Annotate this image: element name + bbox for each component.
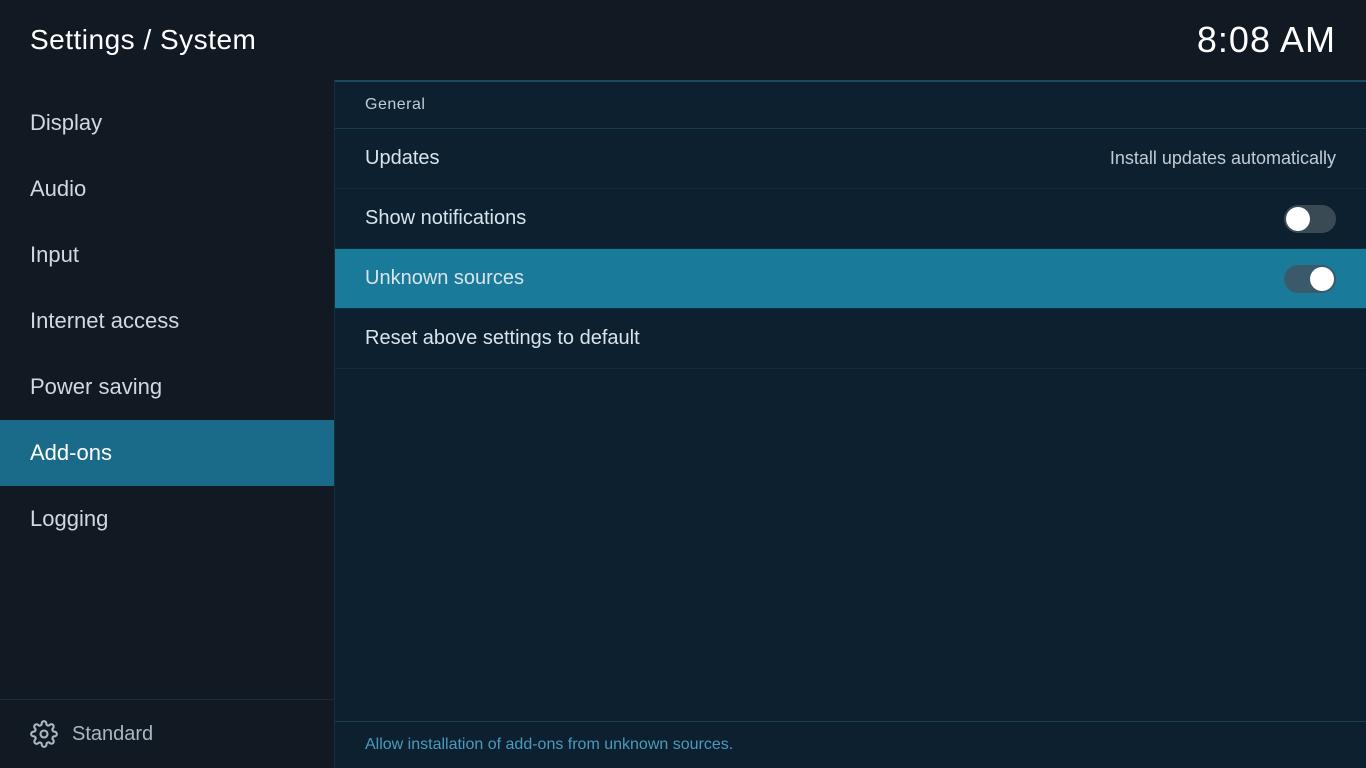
footer-hint: Allow installation of add-ons from unkno… [365, 736, 733, 753]
toggle-unknown-sources[interactable] [1284, 265, 1336, 293]
setting-row-updates[interactable]: Updates Install updates automatically [335, 129, 1366, 189]
app-container: Settings / System 8:08 AM DisplayAudioIn… [0, 0, 1366, 768]
gear-icon [30, 720, 58, 748]
sidebar-item-add-ons[interactable]: Add-ons [0, 420, 334, 486]
toggle-show-notifications[interactable] [1284, 205, 1336, 233]
setting-label-unknown-sources: Unknown sources [365, 267, 524, 290]
sidebar-item-input[interactable]: Input [0, 222, 334, 288]
sidebar: DisplayAudioInputInternet accessPower sa… [0, 80, 335, 768]
clock: 8:08 AM [1197, 19, 1336, 61]
setting-row-unknown-sources[interactable]: Unknown sources [335, 249, 1366, 309]
toggle-knob-show-notifications [1286, 207, 1310, 231]
setting-row-reset-above[interactable]: Reset above settings to default [335, 309, 1366, 369]
sidebar-standard-label: Standard [72, 723, 153, 746]
page-title: Settings / System [30, 24, 256, 56]
sidebar-item-display[interactable]: Display [0, 90, 334, 156]
toggle-knob-unknown-sources [1310, 267, 1334, 291]
header: Settings / System 8:08 AM [0, 0, 1366, 80]
sidebar-item-audio[interactable]: Audio [0, 156, 334, 222]
sidebar-item-power-saving[interactable]: Power saving [0, 354, 334, 420]
setting-label-show-notifications: Show notifications [365, 207, 526, 230]
setting-label-updates: Updates [365, 147, 440, 170]
sidebar-footer: Standard [0, 699, 334, 768]
main-layout: DisplayAudioInputInternet accessPower sa… [0, 80, 1366, 768]
sidebar-item-logging[interactable]: Logging [0, 486, 334, 552]
content-footer: Allow installation of add-ons from unkno… [335, 721, 1366, 768]
setting-label-reset-above: Reset above settings to default [365, 327, 640, 350]
section-header: General [335, 82, 1366, 129]
setting-value-updates: Install updates automatically [1110, 148, 1336, 169]
sidebar-nav: DisplayAudioInputInternet accessPower sa… [0, 80, 334, 699]
sidebar-item-internet-access[interactable]: Internet access [0, 288, 334, 354]
content-area: General Updates Install updates automatic… [335, 80, 1366, 768]
settings-list: Updates Install updates automatically Show… [335, 129, 1366, 721]
setting-row-show-notifications[interactable]: Show notifications [335, 189, 1366, 249]
